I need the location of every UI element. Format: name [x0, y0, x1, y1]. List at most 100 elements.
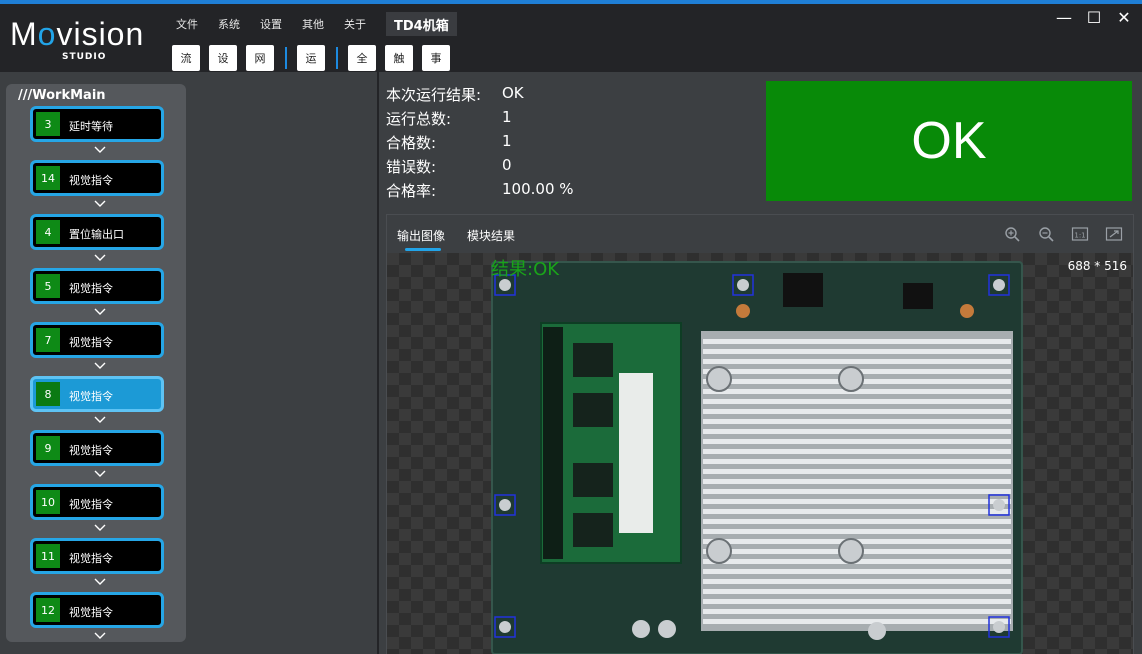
chevron-down-icon — [94, 470, 106, 477]
minimize-icon[interactable]: — — [1056, 10, 1072, 26]
svg-text:1:1: 1:1 — [1074, 232, 1085, 240]
flow-steps: 3 延时等待 14 视觉指令 4 置位输出口 5 视觉指令 7 视觉指令 8 视觉指令 9 视觉指令 10 视… — [30, 106, 166, 646]
zoom-out-icon[interactable] — [1037, 225, 1055, 243]
heatsink-fin — [703, 449, 1011, 454]
step-label: 视觉指令 — [69, 282, 113, 295]
app-logo: Movision STUDIO — [10, 16, 160, 66]
tab-module-result[interactable]: 模块结果 — [467, 227, 515, 244]
flow-title: ///WorkMain — [18, 88, 106, 103]
pcb-drawing — [494, 273, 1013, 640]
step-number: 10 — [36, 490, 60, 514]
logo-text: Movision — [10, 16, 145, 52]
heatsink-fin — [703, 489, 1011, 494]
heatsink-fin — [703, 469, 1011, 474]
global-button[interactable]: 全 — [348, 45, 376, 71]
heatsink-fin — [703, 339, 1011, 344]
step-number: 9 — [36, 436, 60, 460]
step-number: 3 — [36, 112, 60, 136]
heatsink-fin — [703, 439, 1011, 444]
step-number: 4 — [36, 220, 60, 244]
step-label: 视觉指令 — [69, 336, 113, 349]
stat-value: 100.00 % — [502, 180, 574, 198]
flow-step[interactable]: 5 视觉指令 — [30, 268, 164, 315]
flow-step[interactable]: 8 视觉指令 — [30, 376, 164, 423]
stat-row: 本次运行结果: OK — [386, 84, 574, 108]
heatsink-fin — [703, 619, 1011, 624]
toolbar: 流 设 网 运 全 触 事 — [172, 44, 459, 72]
run-statistics: 本次运行结果: OK 运行总数: 1 合格数: 1 错误数: 0 合格率: 100.00 % — [386, 84, 574, 204]
pcb-image — [491, 261, 1023, 654]
heatsink-fin — [703, 519, 1011, 524]
heatsink-fin — [703, 569, 1011, 574]
result-badge: OK — [766, 81, 1132, 201]
heatsink-fin — [703, 509, 1011, 514]
chevron-down-icon — [94, 200, 106, 207]
stat-label: 运行总数: — [386, 110, 452, 128]
close-icon[interactable]: ✕ — [1116, 10, 1132, 26]
stat-value: 0 — [502, 156, 512, 174]
flow-step[interactable]: 9 视觉指令 — [30, 430, 164, 477]
zoom-in-icon[interactable] — [1003, 225, 1021, 243]
flow-step[interactable]: 10 视觉指令 — [30, 484, 164, 531]
chevron-down-icon — [94, 254, 106, 261]
flow-button[interactable]: 流 — [172, 45, 200, 71]
flow-step[interactable]: 12 视觉指令 — [30, 592, 164, 639]
device-settings-button[interactable]: 设 — [209, 45, 237, 71]
panel-splitter[interactable] — [377, 72, 379, 654]
step-label: 视觉指令 — [69, 498, 113, 511]
menu-settings[interactable]: 设置 — [260, 16, 302, 32]
stat-value: OK — [502, 84, 524, 102]
heatsink-fin — [703, 419, 1011, 424]
run-button[interactable]: 运 — [297, 45, 325, 71]
chevron-down-icon — [94, 524, 106, 531]
maximize-icon[interactable]: ☐ — [1086, 10, 1102, 26]
flow-step[interactable]: 4 置位输出口 — [30, 214, 164, 261]
step-number: 11 — [36, 544, 60, 568]
heatsink-fin — [703, 409, 1011, 414]
stat-row: 错误数: 0 — [386, 156, 574, 180]
fit-to-window-icon[interactable] — [1105, 225, 1123, 243]
step-label: 视觉指令 — [69, 606, 113, 619]
step-number: 8 — [36, 382, 60, 406]
flow-step[interactable]: 14 视觉指令 — [30, 160, 164, 207]
step-number: 14 — [36, 166, 60, 190]
stat-label: 合格率: — [386, 182, 437, 200]
heatsink-fin — [703, 589, 1011, 594]
step-label: 视觉指令 — [69, 444, 113, 457]
viewer-tabs: 输出图像 模块结果 1:1 — [387, 215, 1133, 253]
flow-container: ///WorkMain 3 延时等待 14 视觉指令 4 置位输出口 5 视觉指令 7 视觉指令 8… — [6, 84, 186, 642]
stat-value: 1 — [502, 108, 512, 126]
stat-label: 错误数: — [386, 158, 437, 176]
menu-file[interactable]: 文件 — [176, 16, 218, 32]
menu-about[interactable]: 关于 — [344, 16, 386, 32]
chevron-down-icon — [94, 308, 106, 315]
active-tab-indicator — [405, 248, 441, 251]
menu-system[interactable]: 系统 — [218, 16, 260, 32]
flow-step[interactable]: 11 视觉指令 — [30, 538, 164, 585]
stat-row: 合格数: 1 — [386, 132, 574, 156]
heatsink-fin — [703, 529, 1011, 534]
tab-output-image[interactable]: 输出图像 — [397, 227, 445, 244]
toolbar-separator — [285, 47, 287, 69]
viewer-tools: 1:1 — [1003, 225, 1123, 243]
step-label: 置位输出口 — [69, 228, 124, 241]
title-bar: Movision STUDIO 文件 系统 设置 其他 关于 TD4机箱 流 设… — [0, 4, 1142, 72]
overlay-result-text: 结果:OK — [491, 259, 560, 280]
step-number: 5 — [36, 274, 60, 298]
trigger-button[interactable]: 触 — [385, 45, 413, 71]
image-canvas[interactable]: 结果:OK 688 * 516 — [387, 253, 1133, 654]
step-label: 视觉指令 — [69, 174, 113, 187]
stat-label: 本次运行结果: — [386, 86, 482, 104]
step-number: 12 — [36, 598, 60, 622]
left-panel: ///WorkMain 3 延时等待 14 视觉指令 4 置位输出口 5 视觉指令 7 视觉指令 8… — [0, 72, 378, 654]
heatsink-fin — [703, 459, 1011, 464]
flow-step[interactable]: 7 视觉指令 — [30, 322, 164, 369]
flow-step[interactable]: 3 延时等待 — [30, 106, 164, 153]
project-title: TD4机箱 — [386, 12, 457, 36]
chevron-down-icon — [94, 632, 106, 639]
event-button[interactable]: 事 — [422, 45, 450, 71]
menu-other[interactable]: 其他 — [302, 16, 344, 32]
actual-size-icon[interactable]: 1:1 — [1071, 225, 1089, 243]
network-button[interactable]: 网 — [246, 45, 274, 71]
heatsink-fin — [703, 399, 1011, 404]
